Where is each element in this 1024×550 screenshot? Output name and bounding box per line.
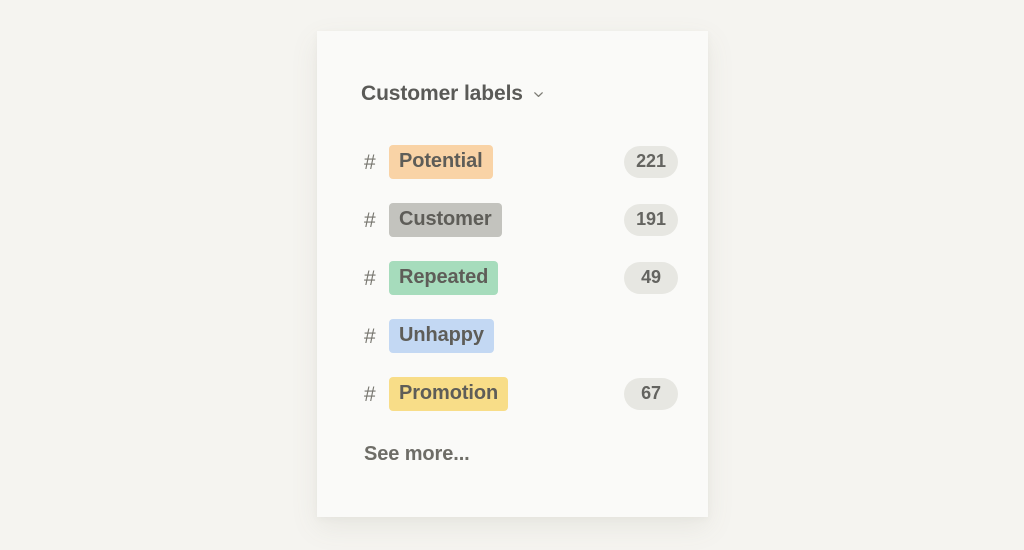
status-badge[interactable]: Promotion — [389, 377, 509, 411]
hash-icon: # — [364, 324, 376, 348]
count-badge: 191 — [624, 204, 678, 236]
list-item[interactable]: # Repeated 49 — [361, 249, 678, 307]
label-list: # Potential 221 # Customer 191 # Repeate… — [361, 133, 678, 423]
panel-title-toggle[interactable]: Customer labels — [361, 83, 545, 104]
hash-icon: # — [364, 208, 376, 232]
list-item[interactable]: # Potential 221 — [361, 133, 678, 191]
status-badge[interactable]: Repeated — [389, 261, 499, 295]
list-item[interactable]: # Customer 191 — [361, 191, 678, 249]
page-root: Customer labels # Potential 221 # Custom… — [0, 0, 1024, 550]
count-badge: 221 — [624, 146, 678, 178]
status-badge[interactable]: Customer — [389, 203, 502, 237]
page-title: Customer labels — [361, 82, 523, 105]
hash-icon: # — [364, 150, 376, 174]
list-item[interactable]: # Promotion 67 — [361, 365, 678, 423]
see-more-link[interactable]: See more... — [361, 443, 470, 466]
count-badge: 49 — [624, 262, 678, 294]
hash-icon: # — [364, 266, 376, 290]
card-content: Customer labels # Potential 221 # Custom… — [317, 31, 708, 466]
customer-labels-card: Customer labels # Potential 221 # Custom… — [317, 31, 708, 517]
list-item[interactable]: # Unhappy — [361, 307, 678, 365]
count-badge: 67 — [624, 378, 678, 410]
hash-icon: # — [364, 382, 376, 406]
status-badge[interactable]: Potential — [389, 145, 493, 179]
status-badge[interactable]: Unhappy — [389, 319, 494, 353]
chevron-down-icon[interactable] — [532, 88, 545, 101]
